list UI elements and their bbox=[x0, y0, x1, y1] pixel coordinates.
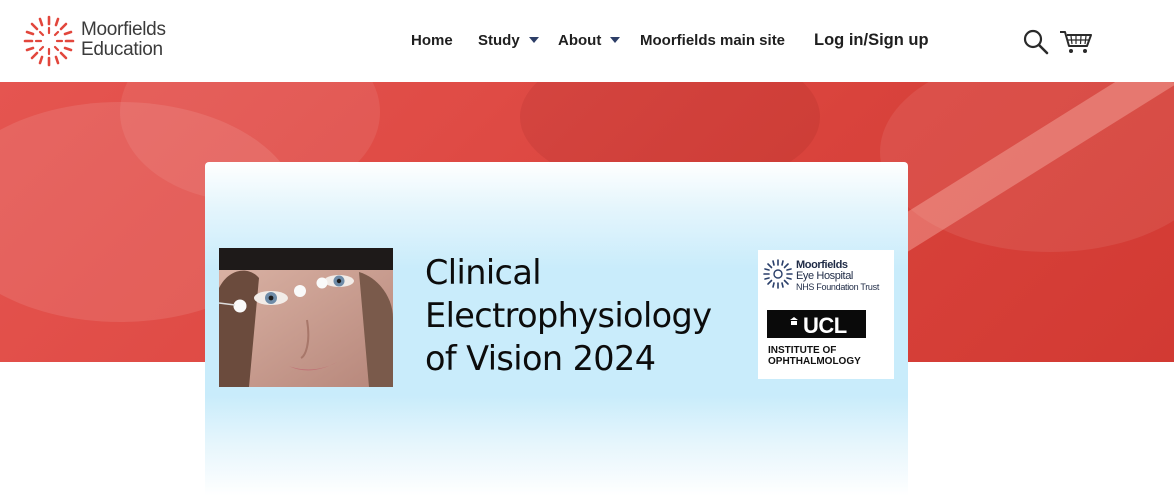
chevron-down-icon bbox=[528, 37, 539, 43]
course-card: Clinical Electrophysiology of Vision 202… bbox=[205, 162, 908, 496]
course-photo bbox=[219, 248, 393, 387]
search-button[interactable] bbox=[1023, 29, 1049, 60]
nav-main-site[interactable]: Moorfields main site bbox=[640, 32, 785, 49]
institute-of-ophthalmology: INSTITUTE OF OPHTHALMOLOGY bbox=[768, 345, 861, 367]
cart-icon bbox=[1060, 31, 1092, 53]
nav-home[interactable]: Home bbox=[411, 32, 453, 49]
nav-home-label: Home bbox=[411, 32, 453, 49]
meh-line: NHS Foundation Trust bbox=[796, 282, 880, 292]
ioo-line: INSTITUTE OF bbox=[768, 345, 837, 356]
chevron-down-icon bbox=[610, 37, 621, 43]
moorfields-eye-hospital-logo-icon bbox=[763, 259, 793, 289]
meh-line: Eye Hospital bbox=[796, 270, 853, 282]
ucl-portico-icon bbox=[790, 317, 798, 325]
ucl-wordmark: UCL bbox=[803, 313, 847, 338]
brand-logo[interactable]: Moorfields Education bbox=[22, 14, 182, 68]
brand-name-line1: Moorfields bbox=[81, 19, 166, 40]
course-title-line: Electrophysiology bbox=[425, 296, 712, 335]
moorfields-eye-hospital-name: Moorfields Eye Hospital NHS Foundation T… bbox=[796, 260, 879, 293]
nav-study[interactable]: Study bbox=[478, 32, 539, 49]
nav-login-label: Log in/Sign up bbox=[814, 31, 929, 49]
nav-about[interactable]: About bbox=[558, 32, 621, 49]
nav-about-label: About bbox=[558, 32, 602, 49]
nav-main-site-label: Moorfields main site bbox=[640, 32, 786, 49]
course-title: Clinical Electrophysiology of Vision 202… bbox=[425, 251, 745, 380]
ioo-line: OPHTHALMOLOGY bbox=[768, 356, 861, 367]
cart-button[interactable] bbox=[1059, 30, 1093, 59]
partner-logos: Moorfields Eye Hospital NHS Foundation T… bbox=[758, 250, 894, 379]
brand-name-line2: Education bbox=[81, 39, 163, 60]
nav-study-label: Study bbox=[478, 32, 520, 49]
sunburst-logo-icon bbox=[23, 15, 75, 67]
brand-name: Moorfields Education bbox=[81, 20, 166, 60]
search-icon bbox=[1023, 29, 1049, 55]
course-title-line: Clinical bbox=[425, 253, 542, 292]
course-title-line: of Vision 2024 bbox=[425, 339, 656, 378]
face-photo bbox=[219, 248, 393, 387]
ucl-logo: UCL bbox=[767, 310, 866, 338]
site-header: Moorfields Education Home Study About Mo… bbox=[0, 0, 1174, 82]
nav-login[interactable]: Log in/Sign up bbox=[814, 31, 929, 50]
